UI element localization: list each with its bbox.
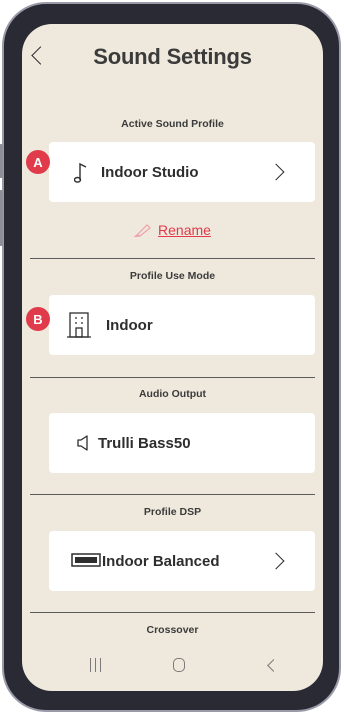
rename-label: Rename (158, 222, 211, 238)
music-note-icon (74, 161, 88, 183)
chevron-right-icon (267, 552, 285, 570)
divider (30, 494, 315, 495)
section-label-profile-use-mode: Profile Use Mode (129, 270, 216, 282)
volume-button (0, 144, 3, 178)
callout-badge-a: A (26, 150, 50, 174)
building-icon (67, 311, 91, 339)
pencil-icon (134, 223, 152, 237)
audio-output-card[interactable]: Trulli Bass50 (49, 413, 315, 473)
profile-dsp-card[interactable]: Indoor Balanced (49, 531, 315, 591)
divider (30, 377, 315, 378)
power-button (0, 190, 3, 246)
app-screen: Sound Settings Active Sound Profile Indo… (22, 24, 323, 691)
section-label-profile-dsp: Profile DSP (143, 506, 202, 518)
audio-output-value: Trulli Bass50 (98, 434, 191, 452)
header: Sound Settings (22, 24, 323, 84)
home-icon[interactable] (173, 658, 185, 672)
active-sound-profile-value: Indoor Studio (101, 163, 199, 181)
nav-back-icon[interactable] (267, 659, 280, 672)
speaker-icon (76, 435, 90, 451)
section-label-crossover: Crossover (146, 624, 199, 636)
section-label-audio-output: Audio Output (138, 388, 207, 400)
dsp-device-icon (71, 553, 101, 567)
active-sound-profile-card[interactable]: Indoor Studio (49, 142, 315, 202)
divider (30, 258, 315, 259)
system-nav-bar (22, 641, 323, 691)
chevron-right-icon (267, 163, 285, 181)
section-label-active-sound-profile: Active Sound Profile (121, 118, 224, 130)
divider (30, 612, 315, 613)
rename-link[interactable]: Rename (22, 222, 323, 238)
profile-use-mode-value: Indoor (106, 316, 153, 334)
page-title: Sound Settings (93, 44, 252, 69)
profile-dsp-value: Indoor Balanced (102, 552, 220, 570)
phone-frame: Sound Settings Active Sound Profile Indo… (0, 2, 341, 712)
callout-badge-b: B (26, 307, 50, 331)
recents-icon[interactable] (90, 658, 102, 672)
profile-use-mode-card[interactable]: Indoor (49, 295, 315, 355)
